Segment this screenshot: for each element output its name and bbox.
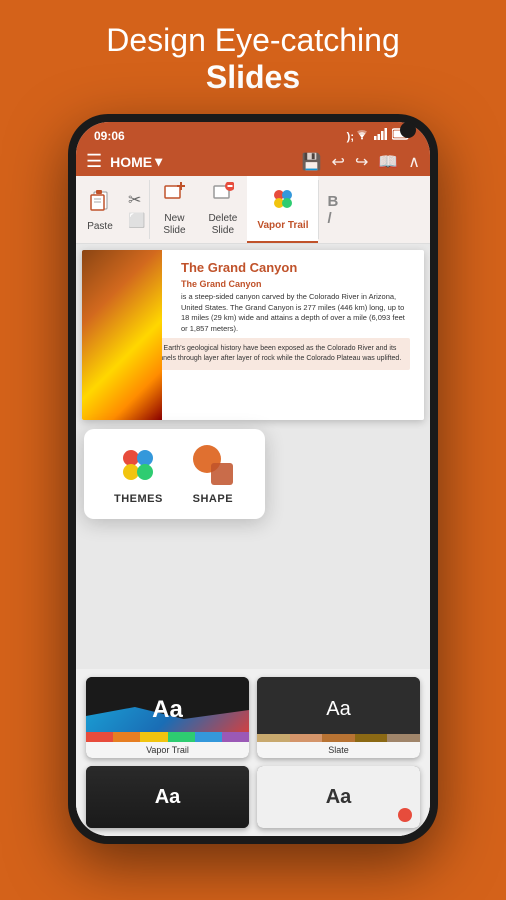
dark-preview: Aa: [86, 766, 249, 828]
popup-themes-icon: [116, 443, 160, 487]
slide-body1: is a steep-sided canyon carved by the Co…: [181, 292, 410, 334]
popup-themes[interactable]: THEMES: [100, 443, 177, 505]
slate-preview: Aa: [257, 677, 420, 742]
themes-label: Vapor Trail: [257, 220, 308, 231]
paste-label: Paste: [87, 221, 113, 232]
save-icon[interactable]: 💾: [302, 152, 322, 172]
menu-icon[interactable]: ☰: [86, 151, 102, 172]
slate-aa-text: Aa: [326, 698, 350, 721]
toolbar-left: ☰ HOME ▾: [86, 151, 294, 172]
dropdown-arrow: ▾: [155, 153, 162, 170]
undo-icon[interactable]: ↩: [332, 152, 345, 172]
phone-shell: 09:06 ); ☰ HOME ▾ 💾 ↩ ↪ 📖 ∧: [68, 114, 438, 844]
popup-shape[interactable]: SHAPE: [177, 443, 249, 505]
main-content-area: The Grand Canyon The Grand Canyon is a s…: [76, 244, 430, 836]
ribbon-themes[interactable]: Vapor Trail: [247, 176, 318, 243]
ribbon-delete-slide[interactable]: DeleteSlide: [198, 176, 247, 243]
theme-card-slate[interactable]: Aa Slate: [257, 677, 420, 758]
vapor-trail-label: Vapor Trail: [86, 742, 249, 758]
theme-cards-row2: Aa Aa: [76, 766, 430, 836]
signal-icon: [374, 128, 388, 143]
popup-themes-label: THEMES: [114, 493, 163, 505]
status-bar: 09:06 );: [76, 122, 430, 147]
slide-preview-area: The Grand Canyon The Grand Canyon is a s…: [76, 244, 430, 669]
slate-colors: [257, 734, 420, 742]
redo-icon[interactable]: ↪: [355, 152, 368, 172]
slide-title: The Grand Canyon: [181, 260, 410, 275]
popup-shape-label: SHAPE: [193, 493, 233, 505]
new-slide-label: NewSlide: [163, 213, 185, 237]
slate-label: Slate: [257, 742, 420, 758]
bold-button[interactable]: B: [327, 194, 338, 209]
popup-shape-icon: [191, 443, 235, 487]
app-header: Design Eye-catching Slides: [86, 0, 419, 114]
slide-subtitle: The Grand Canyon: [181, 279, 410, 289]
delete-slide-label: DeleteSlide: [208, 213, 237, 237]
camera-notch: [400, 122, 416, 138]
home-menu[interactable]: HOME ▾: [110, 153, 162, 170]
paste-icon: [89, 188, 111, 218]
ribbon-format-buttons: B /: [319, 176, 346, 243]
slide-image: [82, 250, 162, 420]
header-line2: Slides: [106, 59, 399, 96]
toolbar-right: 💾 ↩ ↪ 📖 ∧: [302, 152, 420, 172]
slide-content: The Grand Canyon The Grand Canyon is a s…: [181, 260, 410, 334]
book-icon[interactable]: 📖: [378, 152, 398, 172]
theme-card-dark[interactable]: Aa: [86, 766, 249, 828]
italic-button[interactable]: /: [327, 211, 338, 226]
copy-icon[interactable]: ⬜: [128, 212, 145, 229]
main-toolbar: ☰ HOME ▾ 💾 ↩ ↪ 📖 ∧: [76, 147, 430, 176]
new-slide-icon: [163, 182, 185, 210]
header-line1: Design Eye-catching: [106, 22, 399, 59]
light-dot: [398, 808, 412, 822]
ribbon-new-slide[interactable]: NewSlide: [150, 176, 198, 243]
status-time: 09:06: [94, 129, 125, 143]
shape-rect: [211, 463, 233, 485]
delete-slide-icon: [212, 182, 234, 210]
collapse-icon[interactable]: ∧: [408, 152, 420, 172]
popup-menu: THEMES SHAPE: [84, 429, 265, 519]
theme-card-vapor-trail[interactable]: Aa Vapor Trail: [86, 677, 249, 758]
vapor-aa-text: Aa: [152, 696, 183, 724]
cut-icon[interactable]: ✂: [128, 190, 145, 210]
dark-aa-text: Aa: [155, 786, 181, 809]
vapor-trail-preview: Aa: [86, 677, 249, 742]
ribbon-paste[interactable]: Paste: [76, 176, 124, 243]
vapor-trail-colors: [86, 732, 249, 742]
theme-card-light[interactable]: Aa: [257, 766, 420, 828]
themes-ribbon-icon: [271, 187, 295, 217]
theme-cards-row1: Aa Vapor Trail Aa: [76, 669, 430, 766]
light-aa-text: Aa: [326, 786, 352, 809]
ribbon: Paste ✂ ⬜ NewSlide: [76, 176, 430, 244]
slide-container: The Grand Canyon The Grand Canyon is a s…: [82, 250, 424, 420]
light-preview: Aa: [257, 766, 420, 828]
phone-screen: 09:06 ); ☰ HOME ▾ 💾 ↩ ↪ 📖 ∧: [76, 122, 430, 836]
wifi-icon: );: [347, 128, 370, 143]
